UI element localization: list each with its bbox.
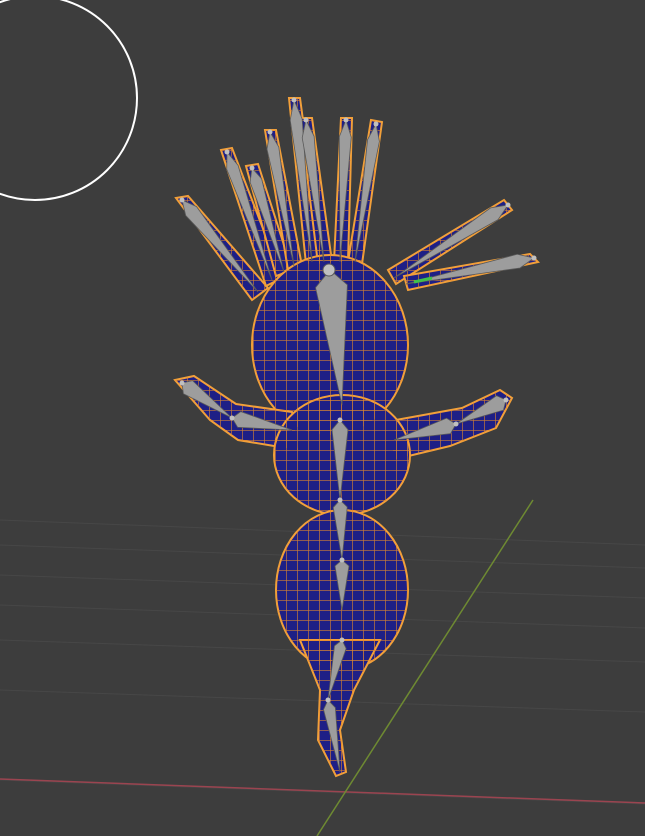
grid-line [0, 779, 645, 805]
bone-joint[interactable] [337, 497, 343, 503]
bone-joint[interactable] [291, 97, 297, 103]
bone-joint[interactable] [339, 637, 345, 643]
bone-joint[interactable] [503, 397, 509, 403]
bone-joint[interactable] [325, 697, 331, 703]
bone-joint[interactable] [337, 417, 343, 423]
bone-joint[interactable] [373, 121, 379, 127]
bone-joint[interactable] [179, 380, 185, 386]
viewport-canvas[interactable] [0, 0, 645, 836]
character-mesh[interactable] [173, 97, 541, 778]
x-axis-line [0, 778, 645, 804]
bone-joint[interactable] [224, 149, 230, 155]
bone-joint[interactable] [453, 421, 459, 427]
bone-joint[interactable] [343, 117, 349, 123]
bone-joint[interactable] [505, 202, 511, 208]
brush-radius-circle-icon [0, 0, 138, 201]
bone-joint[interactable] [339, 557, 345, 563]
bone-joint[interactable] [267, 129, 273, 135]
head-bone-joint[interactable] [322, 263, 336, 277]
3d-viewport[interactable] [0, 0, 645, 836]
bone-joint[interactable] [249, 165, 255, 171]
mesh-body[interactable] [173, 97, 541, 778]
bone-joint[interactable] [531, 255, 537, 261]
bone-joint[interactable] [303, 117, 309, 123]
bone-joint[interactable] [229, 415, 235, 421]
bone-joint[interactable] [179, 197, 185, 203]
